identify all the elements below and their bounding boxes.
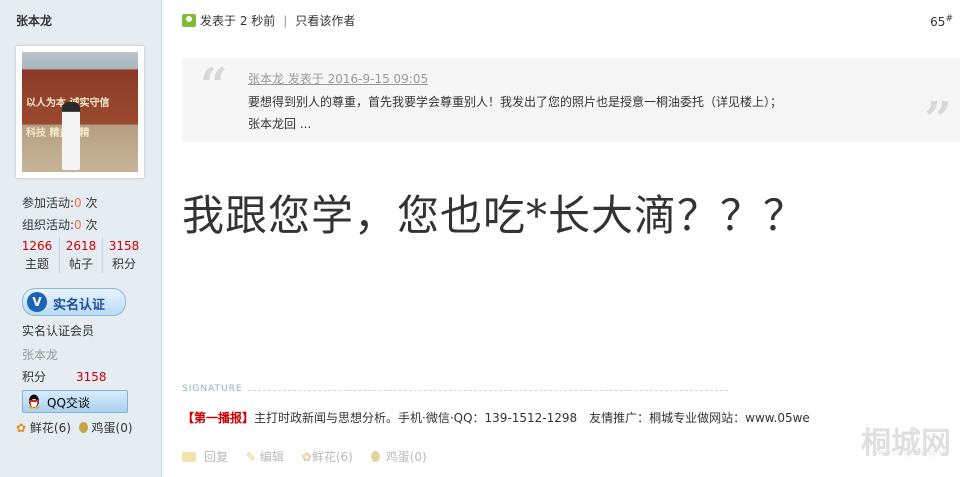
online-status-icon [182,14,196,27]
quote-close-icon: ” [924,92,952,148]
signature-divider [248,390,728,391]
post-actions: 回复 ✎ 编辑 ✿鲜花(6) 鸡蛋(0) [182,448,441,465]
verified-v-icon: V [27,292,47,312]
signature: 【第一播报】主打时政新闻与思想分析。手机·微信·QQ：139-1512-1298… [182,409,810,426]
joined-activities: 参加活动:0 次 [22,196,98,210]
egg-icon [370,451,380,462]
avatar-person [62,102,80,170]
eggs-count[interactable]: 鸡蛋(0) [92,421,133,435]
post-body: 发表于 2 秒前 | 只看该作者 65# “ ” 张本龙 发表于 2016-9-15… [162,0,977,477]
member-type: 实名认证会员 [22,324,95,338]
qq-chat-button[interactable]: QQ交谈 [22,390,128,413]
flowers-count[interactable]: 鲜花(6) [30,421,71,435]
site-watermark-url: www.tongcheng.cc [871,448,948,457]
quote-block: “ ” 张本龙 发表于 2016-9-15 09:05 要想得到别人的尊重，首先… [182,58,960,148]
throw-egg-button[interactable]: 鸡蛋(0) [370,450,427,464]
egg-icon [78,422,88,433]
quote-header[interactable]: 张本龙 发表于 2016-9-15 09:05 [248,70,428,87]
post-content: 我跟您学，您也吃*长大滴？？？ [182,191,807,240]
posts-count[interactable]: 2618 帖子 [59,237,102,273]
send-flower-button[interactable]: ✿鲜花(6) [302,450,353,464]
edit-button[interactable]: ✎ 编辑 [246,450,284,464]
qq-penguin-icon [28,394,40,409]
signature-label: SIGNATURE [182,384,243,394]
flower-icon: ✿ [16,421,27,435]
floor-number[interactable]: 65# [930,14,953,29]
real-name-verified-badge[interactable]: V 实名认证 [22,288,126,316]
points-row: 积分 3158 [22,370,107,384]
author-name-label: 张本龙 [22,348,59,362]
author-username[interactable]: 张本龙 [16,12,52,29]
organized-activities: 组织活动:0 次 [22,218,98,232]
reply-icon [182,452,196,462]
topics-count[interactable]: 1266 主题 [16,237,58,273]
author-counts: 1266 主题 2618 帖子 3158 积分 [16,237,144,273]
author-sidebar: 张本龙 以人为本 诚实守信 科技 精益求精 参加活动:0 次 组织活动:0 次 … [0,0,162,477]
signature-text: 主打时政新闻与思想分析。手机·微信·QQ：139-1512-1298 友情推广：… [254,411,810,425]
author-only-link[interactable]: 只看该作者 [295,14,355,28]
gift-counts: ✿ 鲜花(6) 鸡蛋(0) [16,419,133,436]
pencil-icon: ✎ [245,450,256,464]
meta-divider: | [283,14,288,28]
points-count[interactable]: 3158 积分 [102,237,145,273]
flower-icon: ✿ [301,450,312,464]
avatar[interactable]: 以人为本 诚实守信 科技 精益求精 [22,52,138,172]
quote-open-icon: “ [200,58,228,114]
signature-brand: 【第一播报】 [182,411,255,425]
post-meta: 发表于 2 秒前 | 只看该作者 [182,12,355,29]
avatar-frame[interactable]: 以人为本 诚实守信 科技 精益求精 [16,46,144,178]
quote-body: 要想得到别人的尊重，首先我要学会尊重别人！我发出了您的照片也是授意一桐油委托（详… [248,95,783,131]
reply-button[interactable]: 回复 [182,450,228,464]
posted-time: 发表于 2 秒前 [200,14,276,28]
